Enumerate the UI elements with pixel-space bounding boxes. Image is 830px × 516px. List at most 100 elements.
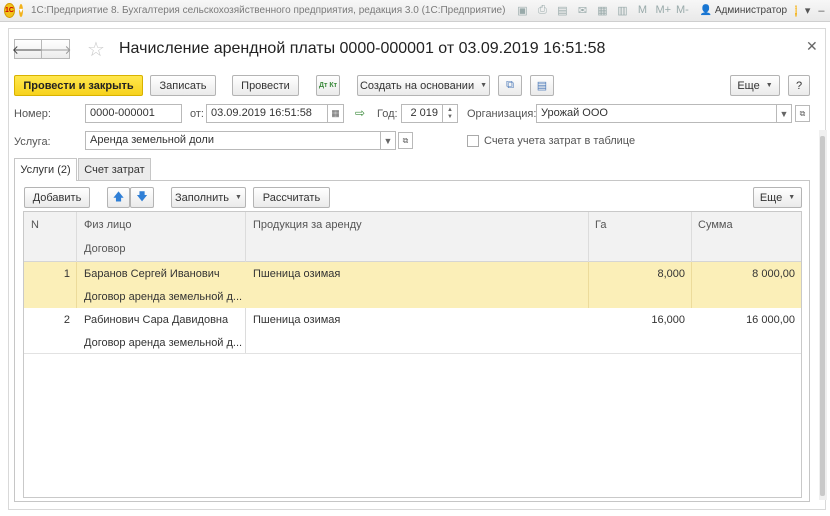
ha-cell[interactable]: 16,000 <box>588 314 685 326</box>
memory-minus-icon[interactable]: M- <box>675 4 689 17</box>
table-more-button[interactable]: Еще ▼ <box>753 187 802 208</box>
table-header: N Физ лицо Договор Продукция за аренду Г… <box>24 212 801 262</box>
1c-logo-icon: 1С <box>4 3 15 18</box>
save-button[interactable]: Записать <box>150 75 216 96</box>
date-field[interactable]: 03.09.2019 16:51:58 <box>206 104 328 123</box>
preview-icon[interactable]: ▤ <box>555 4 569 17</box>
organization-dropdown-icon[interactable]: ▼ <box>777 104 792 123</box>
table-more-label: Еще <box>759 191 783 204</box>
service-open-icon[interactable]: ⧉ <box>398 132 413 149</box>
column-divider <box>691 262 692 308</box>
back-button[interactable]: 🡐 <box>12 39 44 59</box>
sum-cell[interactable]: 16 000,00 <box>691 314 795 326</box>
move-down-button[interactable]: 🡇 <box>130 187 154 208</box>
cost-accounts-label: Счета учета затрат в таблице <box>484 135 636 147</box>
memory-plus-icon[interactable]: M+ <box>655 4 671 17</box>
report-button[interactable]: ▤ <box>530 75 554 96</box>
contract-cell[interactable]: Договор аренда земельной д... <box>84 337 242 349</box>
calendar-icon[interactable]: ▥ <box>615 4 629 17</box>
save-icon[interactable]: ▣ <box>515 4 529 17</box>
table-row[interactable]: 2 Рабинович Сара Давидовна Договор аренд… <box>24 308 801 354</box>
sum-cell[interactable]: 8 000,00 <box>691 268 795 280</box>
calendar-picker-icon[interactable]: ▦ <box>328 104 344 123</box>
user-menu[interactable]: 👤 Администратор <box>699 5 787 16</box>
service-field[interactable]: Аренда земельной доли <box>85 131 381 150</box>
organization-open-icon[interactable]: ⧉ <box>795 105 810 122</box>
header-product[interactable]: Продукция за аренду <box>253 219 362 231</box>
header-ha[interactable]: Га <box>595 219 606 231</box>
mail-icon[interactable]: ✉ <box>575 4 589 17</box>
dt-kt-icon: Дт Кт <box>318 82 338 89</box>
structure-icon: ⧉ <box>506 79 514 91</box>
column-divider <box>76 262 77 308</box>
organization-field[interactable]: Урожай ООО <box>536 104 777 123</box>
product-cell[interactable]: Пшеница озимая <box>253 314 340 326</box>
form-scrollbar[interactable] <box>819 130 827 500</box>
close-icon[interactable]: ✕ <box>806 38 818 55</box>
user-name: Администратор <box>714 5 788 16</box>
post-and-close-button[interactable]: Провести и закрыть <box>14 75 143 96</box>
organization-label: Организация: <box>467 108 537 120</box>
column-divider <box>76 212 77 262</box>
favorite-star-icon[interactable]: ☆ <box>87 37 105 62</box>
post-button[interactable]: Провести <box>232 75 299 96</box>
header-n[interactable]: N <box>31 219 39 231</box>
header-person[interactable]: Физ лицо <box>84 219 131 231</box>
window-title: 1С:Предприятие 8. Бухгалтерия сельскохоз… <box>30 5 506 16</box>
edit-number-icon[interactable]: ⇨ <box>355 106 365 120</box>
table-icon[interactable]: ▦ <box>595 4 609 17</box>
info-icon[interactable]: i <box>795 4 797 17</box>
dropdown-icon[interactable]: ▾ <box>805 4 811 17</box>
move-up-button[interactable]: 🡅 <box>107 187 130 208</box>
scrollbar-thumb[interactable] <box>820 136 825 496</box>
ha-cell[interactable]: 8,000 <box>588 268 685 280</box>
number-field[interactable]: 0000-000001 <box>85 104 182 123</box>
row-number: 2 <box>63 314 70 326</box>
stepper-up-icon[interactable]: ▲ <box>447 107 453 114</box>
header-contract[interactable]: Договор <box>84 243 126 255</box>
minimize-icon[interactable]: – <box>818 5 824 17</box>
more-button[interactable]: Еще ▼ <box>730 75 780 96</box>
forward-button[interactable]: 🡒 <box>39 39 72 59</box>
tab-services[interactable]: Услуги (2) <box>14 158 77 181</box>
row-number: 1 <box>63 268 70 280</box>
tab-cost-account[interactable]: Счет затрат <box>78 158 151 180</box>
fill-label: Заполнить <box>175 191 230 204</box>
service-dropdown-icon[interactable]: ▼ <box>381 131 396 150</box>
calculate-button[interactable]: Рассчитать <box>253 187 330 208</box>
person-cell[interactable]: Баранов Сергей Иванович <box>84 268 220 280</box>
window-titlebar: 1С ▾ 1С:Предприятие 8. Бухгалтерия сельс… <box>0 0 830 22</box>
number-label: Номер: <box>14 108 51 120</box>
cost-accounts-checkbox[interactable] <box>467 135 479 147</box>
services-table[interactable]: N Физ лицо Договор Продукция за аренду Г… <box>23 211 802 498</box>
dt-kt-button[interactable]: Дт Кт <box>316 75 340 96</box>
column-divider <box>588 262 589 308</box>
fill-button[interactable]: Заполнить ▼ <box>171 187 246 208</box>
stepper-down-icon[interactable]: ▼ <box>447 114 453 121</box>
chevron-down-icon: ▼ <box>788 194 796 201</box>
page-title: Начисление арендной платы 0000-000001 от… <box>119 40 606 57</box>
add-row-button[interactable]: Добавить <box>24 187 90 208</box>
arrow-up-icon: 🡅 <box>112 191 125 203</box>
table-row[interactable]: 1 Баранов Сергей Иванович Договор аренда… <box>24 262 801 308</box>
help-button[interactable]: ? <box>788 75 810 96</box>
date-label: от: <box>190 108 204 120</box>
history-nav: 🡐 🡒 <box>12 39 72 59</box>
year-field[interactable]: 2 019 <box>401 104 443 123</box>
print-icon[interactable]: ⎙ <box>535 4 549 17</box>
chevron-down-icon: ▼ <box>480 82 488 89</box>
main-menu-icon[interactable]: ▾ <box>18 4 23 17</box>
contract-cell[interactable]: Договор аренда земельной д... <box>84 291 242 303</box>
header-sum[interactable]: Сумма <box>698 219 733 231</box>
column-divider <box>691 212 692 262</box>
create-based-on-button[interactable]: Создать на основании ▼ <box>357 75 490 96</box>
column-divider <box>588 212 589 262</box>
person-cell[interactable]: Рабинович Сара Давидовна <box>84 314 228 326</box>
chevron-down-icon: ▼ <box>235 194 242 201</box>
structure-button[interactable]: ⧉ <box>498 75 522 96</box>
memory-icon[interactable]: M <box>635 4 649 17</box>
product-cell[interactable]: Пшеница озимая <box>253 268 340 280</box>
chevron-down-icon: ▼ <box>765 82 773 89</box>
more-label: Еще <box>737 79 760 92</box>
year-stepper[interactable]: ▲ ▼ <box>443 104 458 123</box>
